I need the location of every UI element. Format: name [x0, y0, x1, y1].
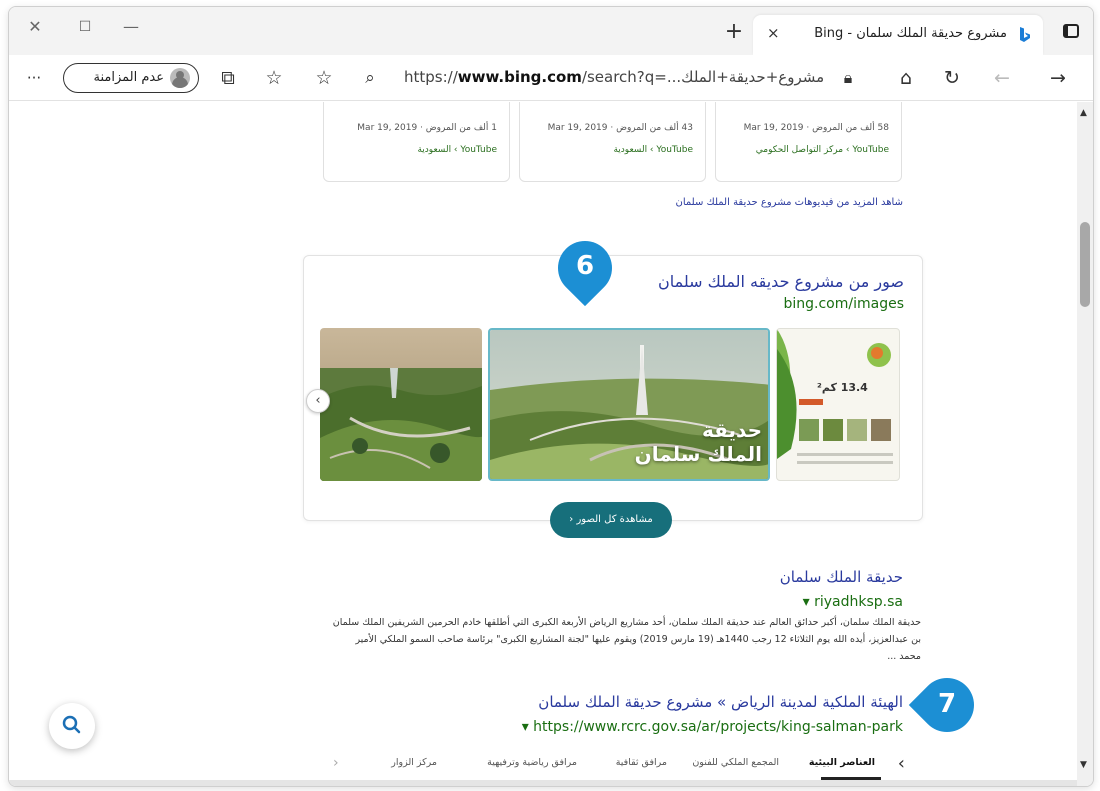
see-all-label: مشاهدة كل الصور: [576, 514, 653, 525]
refresh-icon[interactable]: ↻: [939, 65, 965, 91]
lock-icon[interactable]: 🔒︎: [835, 65, 861, 91]
see-all-images-button[interactable]: مشاهدة كل الصور ‹: [550, 502, 672, 538]
minimize-window-icon[interactable]: —: [113, 15, 149, 39]
profile-label: عدم المزامنة: [93, 70, 165, 85]
video-source: YouTube › السعودية: [613, 145, 693, 155]
result-subtabs: ‹ العناصر البيئية المجمع الملكي للفنون م…: [327, 753, 917, 781]
back-icon[interactable]: ←: [989, 65, 1015, 91]
url-prefix: https://: [404, 68, 458, 86]
callout-marker-6-label: 6: [575, 251, 595, 281]
chevron-left-icon[interactable]: ‹: [898, 753, 905, 774]
tab-title: مشروع حديقة الملك سلمان - Bing: [814, 26, 1007, 41]
subtab-sports[interactable]: مرافق رياضية وترفيهية: [487, 757, 577, 768]
tab-actions-icon[interactable]: [1063, 24, 1079, 38]
horizontal-scrollbar[interactable]: [9, 780, 1079, 786]
address-bar[interactable]: https://www.bing.com/search?q=...مشروع+ح…: [404, 68, 824, 86]
maximize-window-icon[interactable]: ☐: [67, 15, 103, 39]
scroll-thumb[interactable]: [1080, 222, 1090, 307]
callout-marker-7-label: 7: [937, 689, 957, 719]
park-poster-image: [777, 329, 893, 464]
poster-area-text: 13.4 كم²: [817, 381, 868, 394]
image-thumbnail-aerial[interactable]: [320, 328, 482, 481]
url-path: /search?q=...مشروع+حديقة+الملك: [581, 68, 825, 86]
avatar: [170, 68, 190, 88]
video-card[interactable]: 1 ألف من المروض · Mar 19, 2019 YouTube ›…: [323, 102, 510, 182]
images-panel-title[interactable]: صور من مشروع حديقه الملك سلمان: [658, 272, 904, 291]
active-tab[interactable]: × مشروع حديقة الملك سلمان - Bing: [753, 15, 1043, 55]
video-card[interactable]: 43 ألف من المروض · Mar 19, 2019 YouTube …: [519, 102, 706, 182]
search-fab-button[interactable]: [49, 703, 95, 749]
page-content: 1 ألف من المروض · Mar 19, 2019 YouTube ›…: [9, 102, 1079, 786]
close-tab-icon[interactable]: ×: [767, 24, 780, 42]
snippet-line: محمد ...: [887, 651, 921, 662]
result-title[interactable]: حديقة الملك سلمان: [780, 568, 903, 586]
snippet-line: حديقة الملك سلمان، أكبر حدائق العالم عند…: [332, 617, 921, 628]
new-tab-button[interactable]: +: [719, 19, 749, 44]
images-panel-url[interactable]: bing.com/images: [783, 296, 904, 312]
video-source: YouTube › السعودية: [417, 145, 497, 155]
url-domain: www.bing.com: [457, 68, 582, 86]
toolbar: ··· عدم المزامنة ⧉ ☆ ☆ ⌕ https://www.bin…: [9, 55, 1093, 101]
more-videos-link[interactable]: شاهد المزيد من فيديوهات مشروع حديقة المل…: [676, 197, 904, 208]
result-title[interactable]: الهيئة الملكية لمدينة الرياض » مشروع حدي…: [538, 693, 903, 711]
chevron-right-icon[interactable]: ›: [333, 755, 339, 771]
home-icon[interactable]: ⌂: [893, 65, 919, 91]
image-overlay-text: حديقة: [702, 418, 762, 442]
result-url-text: https://www.rcrc.gov.sa/ar/projects/king…: [533, 719, 903, 735]
image-thumbnail-poster[interactable]: 13.4 كم²: [776, 328, 900, 481]
subtab-environmental[interactable]: العناصر البيئية: [809, 757, 875, 768]
result-snippet: حديقة الملك سلمان، أكبر حدائق العالم عند…: [321, 614, 921, 665]
scroll-down-icon[interactable]: ▼: [1080, 760, 1087, 770]
video-meta: 1 ألف من المروض · Mar 19, 2019: [357, 123, 497, 133]
video-source: YouTube › مركز التواصل الحكومي: [755, 145, 889, 155]
tab-bar: ✕ ☐ — + × مشروع حديقة الملك سلمان - Bing: [9, 7, 1093, 55]
video-meta: 58 ألف من المروض · Mar 19, 2019: [743, 123, 889, 133]
result-url-text: riyadhksp.sa: [814, 594, 903, 610]
forward-icon[interactable]: →: [1045, 65, 1071, 91]
result-url[interactable]: ▾ https://www.rcrc.gov.sa/ar/projects/ki…: [522, 719, 903, 735]
snippet-line: بن عبدالعزيز، أيده الله يوم الثلاثاء 12 …: [355, 634, 921, 645]
bing-icon: [1020, 27, 1030, 42]
add-favorite-icon[interactable]: ☆: [311, 65, 337, 91]
aerial-park-image: [320, 328, 482, 481]
image-overlay-text: الملك سلمان: [634, 442, 762, 466]
favorites-list-icon[interactable]: ☆: [261, 65, 287, 91]
browser-window: ✕ ☐ — + × مشروع حديقة الملك سلمان - Bing…: [8, 6, 1094, 787]
search-icon: [62, 715, 81, 734]
subtab-cultural[interactable]: مرافق ثقافية: [616, 757, 667, 768]
scroll-up-icon[interactable]: ▲: [1080, 108, 1087, 118]
close-window-icon[interactable]: ✕: [17, 15, 53, 39]
images-panel: صور من مشروع حديقه الملك سلمان bing.com/…: [303, 255, 923, 538]
carousel-prev-button[interactable]: ‹: [306, 389, 330, 413]
result-url[interactable]: ▾ riyadhksp.sa: [803, 594, 903, 610]
vertical-scrollbar[interactable]: ▲ ▼: [1077, 102, 1093, 786]
video-meta: 43 ألف من المروض · Mar 19, 2019: [547, 123, 693, 133]
more-menu-icon[interactable]: ···: [21, 65, 47, 91]
subtab-visitors[interactable]: مركز الزوار: [391, 757, 437, 768]
zoom-icon[interactable]: ⌕: [357, 65, 383, 91]
collections-icon[interactable]: ⧉: [215, 65, 241, 91]
video-card[interactable]: 58 ألف من المروض · Mar 19, 2019 YouTube …: [715, 102, 902, 182]
subtab-arts[interactable]: المجمع الملكي للفنون: [692, 757, 779, 768]
profile-button[interactable]: عدم المزامنة: [63, 63, 199, 93]
image-thumbnail-tower[interactable]: حديقة الملك سلمان: [488, 328, 770, 481]
